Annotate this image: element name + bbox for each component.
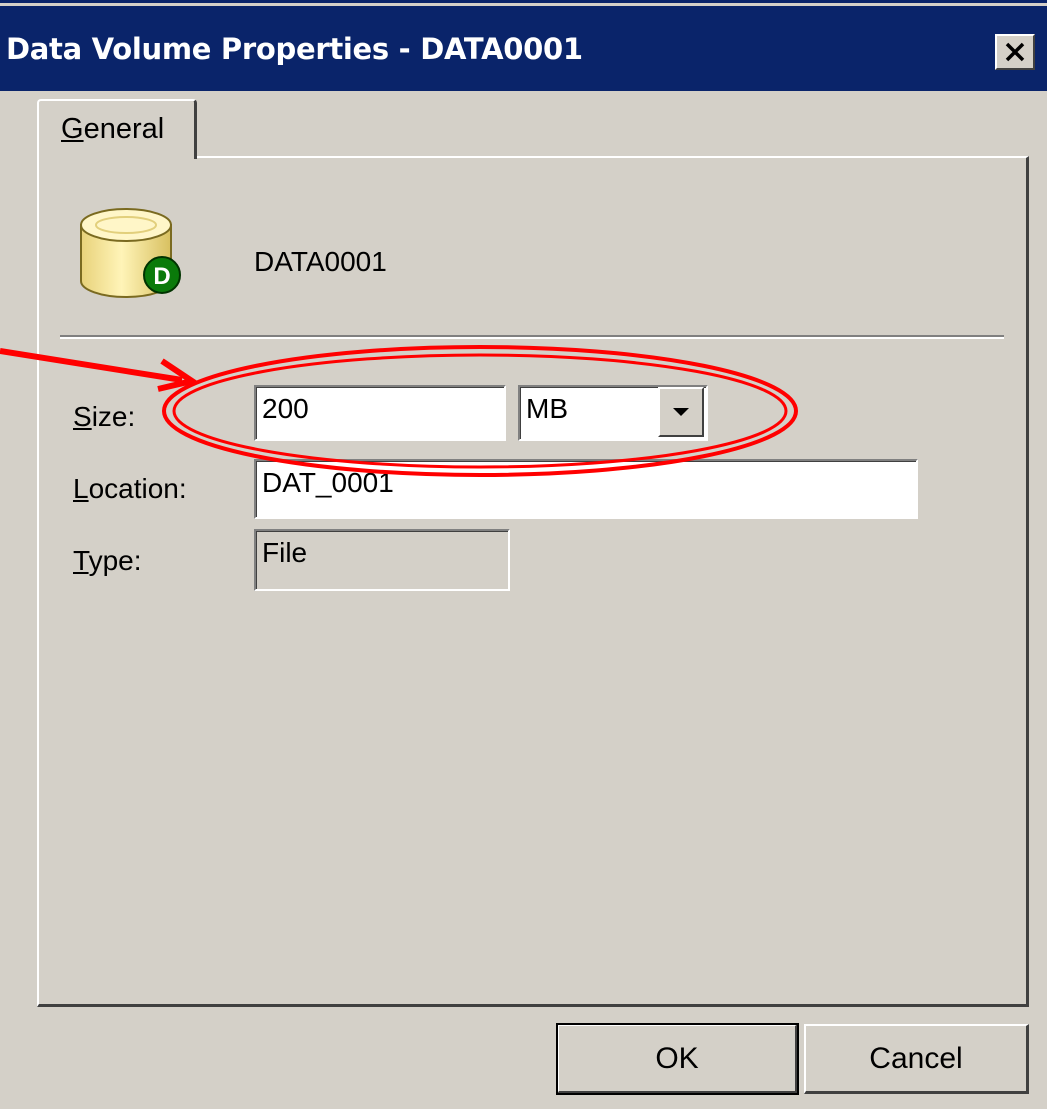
volume-badge-letter: D [153, 263, 170, 290]
close-button[interactable] [995, 34, 1035, 70]
size-unit-value: MB [526, 393, 568, 424]
size-input[interactable]: 200 [254, 385, 506, 441]
dialog-window: Data Volume Properties - DATA0001 Genera… [0, 0, 1047, 1109]
chevron-down-icon [673, 408, 689, 416]
close-icon [1005, 42, 1025, 62]
type-field: File [254, 529, 510, 591]
title-bar[interactable]: Data Volume Properties - DATA0001 [0, 6, 1047, 91]
cancel-button[interactable]: Cancel [804, 1024, 1029, 1094]
size-label: Size: [73, 401, 136, 432]
size-unit-dropdown-button[interactable] [658, 387, 704, 437]
tab-general[interactable]: General [37, 99, 197, 159]
location-label: Location: [73, 473, 187, 504]
volume-name: DATA0001 [254, 246, 387, 277]
database-volume-icon: D [80, 208, 181, 298]
separator [60, 335, 1004, 339]
location-input[interactable]: DAT_0001 [254, 459, 918, 519]
window-title: Data Volume Properties - DATA0001 [6, 32, 583, 66]
ok-button[interactable]: OK [556, 1023, 799, 1095]
tab-general-label: General [61, 113, 165, 145]
type-label: Type: [73, 545, 142, 576]
